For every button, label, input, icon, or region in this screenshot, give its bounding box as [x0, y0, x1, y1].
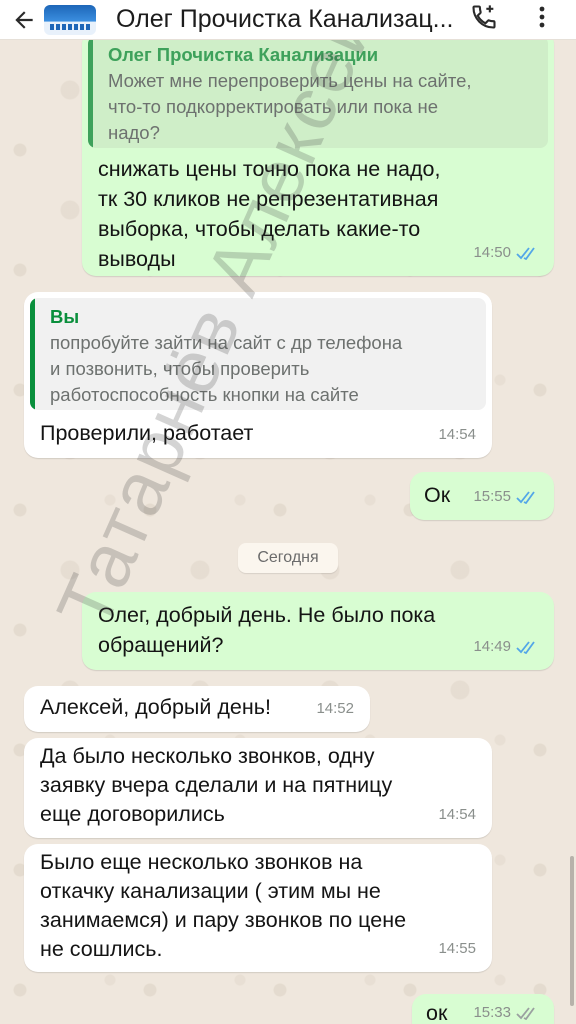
message-bubble-incoming[interactable]: Было еще несколько звонков на откачку ка… — [24, 844, 492, 972]
double-check-icon — [516, 1007, 535, 1020]
message-time: 15:33 — [473, 1004, 511, 1021]
message-meta: 15:55 — [473, 482, 538, 512]
message-time: 14:49 — [473, 638, 511, 655]
message-bubble-incoming[interactable]: Да было несколько звонков, одну заявку в… — [24, 738, 492, 838]
chat-title[interactable]: Олег Прочистка Канализац... — [116, 5, 456, 34]
double-check-icon — [516, 247, 535, 260]
message-meta: 14:50 — [473, 238, 538, 268]
message-text: Алексей, добрый день! — [40, 695, 271, 719]
contact-avatar[interactable] — [44, 4, 96, 35]
add-call-icon — [472, 5, 496, 29]
message-time: 14:55 — [438, 940, 476, 957]
message-bubble-outgoing[interactable]: Ок 15:55 — [410, 472, 554, 520]
message-meta: 14:49 — [473, 632, 538, 662]
message-bubble-incoming[interactable]: Вы попробуйте зайти на сайт с др телефон… — [24, 292, 492, 458]
message-meta: 15:33 — [473, 998, 538, 1024]
quote-text-line: Может мне перепроверить цены на сайте, — [108, 70, 472, 91]
message-time: 14:50 — [473, 244, 511, 261]
message-time: 14:54 — [438, 806, 476, 823]
message-text: снижать цены точно пока не надо, тк 30 к… — [98, 157, 441, 271]
message-text: ок — [426, 1001, 448, 1024]
arrow-left-icon — [15, 10, 33, 29]
message-text: Да было несколько звонков, одну заявку в… — [40, 744, 393, 826]
message-bubble-outgoing[interactable]: Олег Прочистка Канализации Может мне пер… — [82, 30, 554, 276]
add-call-button[interactable] — [466, 0, 502, 34]
quote-bar — [30, 298, 35, 410]
chat-header: Олег Прочистка Канализац... — [0, 0, 576, 40]
message-time: 15:55 — [473, 488, 511, 505]
quote-text-line: работоспособность кнопки на сайте — [50, 384, 359, 405]
quote-sender: Олег Прочистка Канализации — [108, 44, 379, 65]
message-bubble-outgoing[interactable]: ок 15:33 — [412, 994, 554, 1024]
double-check-icon — [516, 491, 535, 504]
message-time: 14:52 — [316, 700, 354, 717]
double-check-icon — [516, 641, 535, 654]
message-text: Проверили, работает — [40, 421, 254, 445]
reply-quote[interactable]: Вы попробуйте зайти на сайт с др телефон… — [30, 298, 486, 410]
message-bubble-outgoing[interactable]: Олег, добрый день. Не было пока обращени… — [82, 592, 554, 670]
message-time: 14:54 — [438, 426, 476, 443]
message-text: Ок — [424, 483, 451, 507]
date-separator: Сегодня — [238, 543, 338, 573]
quote-text-line: и позвонить, чтобы проверить — [50, 358, 310, 379]
message-meta: 14:52 — [316, 694, 354, 724]
quote-sender: Вы — [50, 306, 80, 327]
reply-quote[interactable]: Олег Прочистка Канализации Может мне пер… — [88, 36, 548, 148]
message-meta: 14:55 — [438, 934, 476, 964]
message-meta: 14:54 — [438, 420, 476, 450]
scrollbar-thumb[interactable] — [570, 856, 574, 1006]
message-meta: 14:54 — [438, 800, 476, 830]
more-options-button[interactable] — [530, 0, 554, 34]
quote-text-line: попробуйте зайти на сайт с др телефона — [50, 332, 403, 353]
quote-text-line: надо? — [108, 122, 160, 143]
message-text: Олег, добрый день. Не было пока обращени… — [98, 603, 436, 657]
more-vert-icon — [539, 6, 545, 28]
quote-text-line: что-то подкорректировать или пока не — [108, 96, 438, 117]
quote-bar — [88, 36, 93, 148]
message-text: Было еще несколько звонков на откачку ка… — [40, 850, 407, 961]
back-button[interactable] — [6, 0, 42, 40]
message-bubble-incoming[interactable]: Алексей, добрый день! 14:52 — [24, 686, 370, 732]
